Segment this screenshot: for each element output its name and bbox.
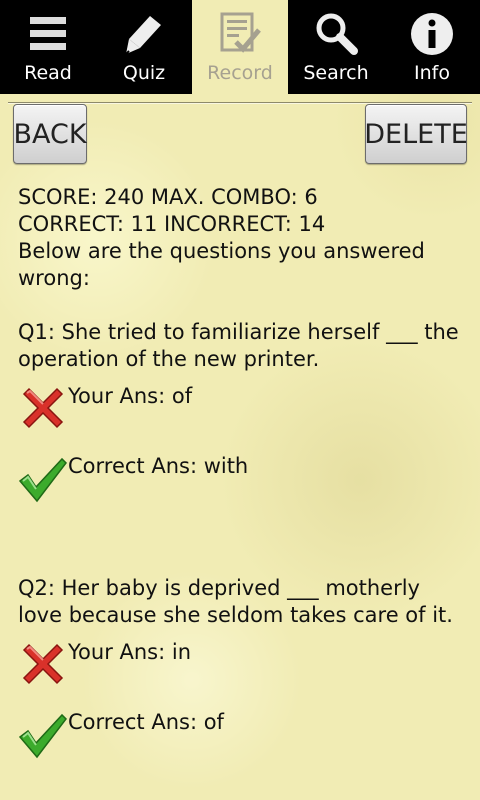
wrong-answers-intro: Below are the questions you answered wro… (18, 239, 425, 290)
wrong-x-icon (22, 387, 64, 429)
your-answer-row: Your Ans: of (18, 383, 468, 433)
search-icon (316, 13, 358, 55)
tab-label: Read (24, 62, 72, 84)
info-icon (411, 13, 453, 55)
tab-label: Search (303, 62, 369, 84)
divider (8, 102, 472, 103)
question-text: Q1: She tried to familiarize herself ___… (18, 320, 459, 371)
record-content: SCORE: 240 MAX. COMBO: 6 CORRECT: 11 INC… (18, 184, 468, 759)
tab-read[interactable]: Read (0, 0, 96, 94)
correct-answer-row: Correct Ans: of (18, 709, 468, 759)
correct-answer-text: Correct Ans: of (68, 710, 224, 734)
tab-label: Record (207, 62, 273, 84)
tab-info[interactable]: Info (384, 0, 480, 94)
tab-search[interactable]: Search (288, 0, 384, 94)
correct-answer-text: Correct Ans: with (68, 454, 249, 478)
question-text: Q2: Her baby is deprived ___ motherly lo… (18, 576, 453, 627)
delete-button[interactable]: DELETE (364, 104, 468, 164)
checkmark-icon (18, 457, 67, 503)
pen-icon (125, 16, 161, 55)
tab-label: Info (414, 62, 450, 84)
checklist-icon (220, 12, 261, 53)
tab-label: Quiz (122, 62, 166, 84)
your-answer-text: Your Ans: in (68, 640, 192, 664)
tab-quiz[interactable]: Quiz (96, 0, 192, 94)
back-button[interactable]: BACK (13, 104, 87, 164)
score-line: SCORE: 240 MAX. COMBO: 6 (18, 185, 318, 209)
correct-answer-row: Correct Ans: with (18, 453, 468, 503)
list-icon (30, 17, 66, 50)
checkmark-icon (18, 713, 67, 759)
your-answer-text: Your Ans: of (68, 384, 193, 408)
tab-record[interactable]: Record (192, 0, 288, 94)
correct-count-line: CORRECT: 11 INCORRECT: 14 (18, 212, 326, 236)
your-answer-row: Your Ans: in (18, 639, 468, 689)
tab-bar: Read Quiz Record Search Info (0, 0, 480, 94)
wrong-x-icon (22, 643, 64, 685)
